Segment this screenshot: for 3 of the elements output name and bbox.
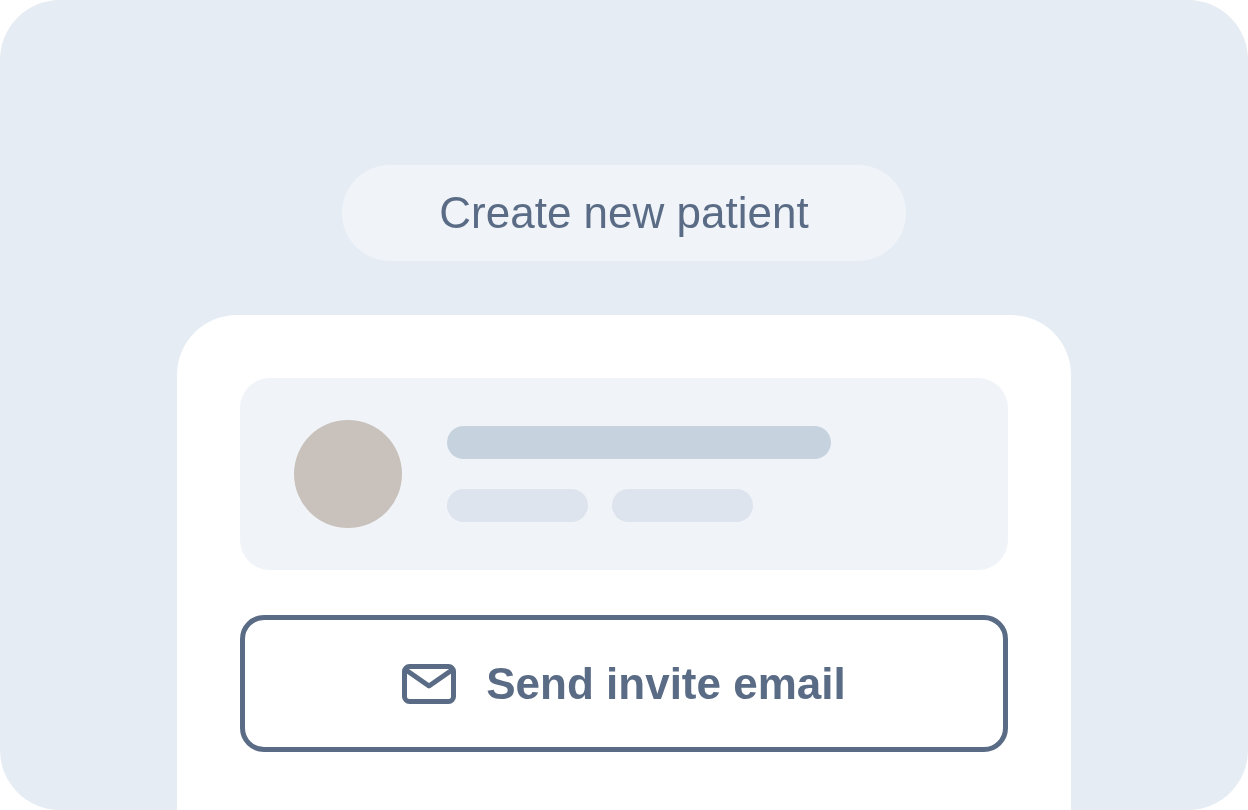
send-invite-button[interactable]: Send invite email [240,615,1008,752]
page-title: Create new patient [342,165,906,261]
envelope-icon [402,663,457,704]
